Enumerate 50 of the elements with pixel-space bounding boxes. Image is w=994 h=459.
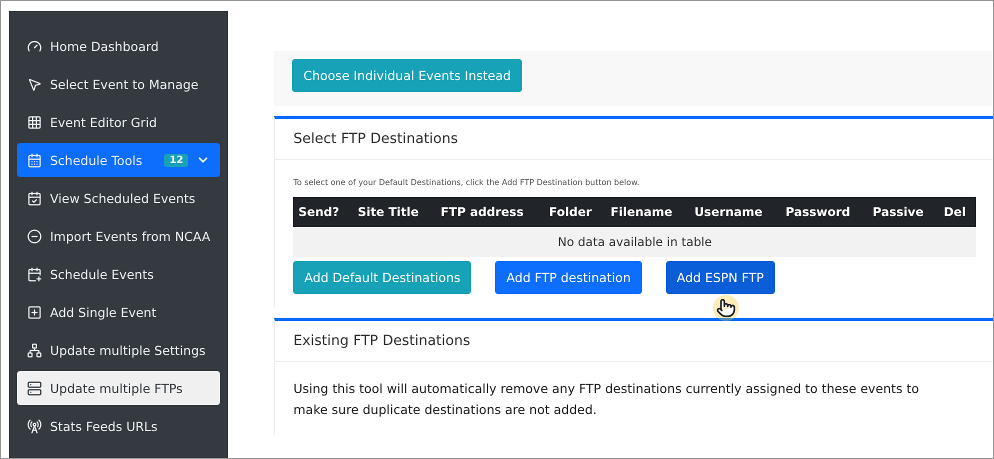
sidebar-item-label: Import Events from NCAA [50,228,210,244]
column-header: Folder [544,197,606,227]
sidebar-item[interactable]: Home Dashboard [17,29,220,63]
calendar-plus-icon [27,266,42,282]
column-header: Password [780,197,868,227]
sidebar-item[interactable]: View Scheduled Events [17,181,220,215]
sidebar-item[interactable]: Add Single Event [17,295,220,329]
sidebar-item-label: Event Editor Grid [50,114,158,130]
sidebar-item[interactable]: Update multiple Settings [17,333,220,367]
gauge-icon [27,38,42,54]
info-text: Using this tool will automatically remove any FTP destinations currently assigned to these events to make sure duplicate destinations are not added. [293,380,920,420]
panel-title: Existing FTP Destinations [275,321,993,362]
network-icon [27,342,42,358]
column-header: Passive [868,197,939,227]
sidebar-item[interactable]: Import Events from NCAA [17,219,220,253]
column-header: Username [689,197,781,227]
antenna-icon [27,418,42,434]
column-header: Filename [606,197,690,227]
sidebar-item-label: Schedule Events [50,266,155,282]
sidebar-item[interactable]: Select Event to Manage [17,67,220,101]
sidebar-item[interactable]: Schedule Events [17,257,220,291]
add-button[interactable]: Add FTP destination [495,261,642,294]
empty-table-cell: No data available in table [293,227,976,257]
sidebar-item-label: Add Single Event [50,304,158,320]
sidebar-item-label: View Scheduled Events [50,190,196,206]
column-header: Del [938,197,976,227]
column-header: FTP address [436,197,544,227]
column-header: Site Title [352,197,436,227]
pointer-icon [27,76,42,92]
sidebar-item-label: Update multiple Settings [50,342,207,358]
cursor-highlight-icon [713,295,740,321]
sidebar-item-label: Home Dashboard [50,38,160,54]
sidebar-item[interactable]: Update multiple FTPs [17,371,220,405]
sidebar-item-label: Update multiple FTPs [50,380,184,396]
server-icon [27,380,42,396]
add-button[interactable]: Add ESPN FTP [666,261,775,294]
calendar-icon [27,152,42,168]
count-badge: 12 [164,154,188,166]
grid-icon [27,114,42,130]
sidebar-item[interactable]: Schedule Tools 12 [17,143,220,177]
sidebar-item-label: Select Event to Manage [50,76,200,92]
calendar-check-icon [27,190,42,206]
plus-square-icon [27,304,42,320]
panel-title: Select FTP Destinations [275,119,993,160]
sidebar-item[interactable]: Stats Feeds URLs [17,409,220,443]
sidebar-item-label: Stats Feeds URLs [50,418,159,434]
hint-text: To select one of your Default Destinations, click the Add FTP Destination button below. [293,178,640,187]
column-header: Send? [293,197,353,227]
sidebar-item-label: Schedule Tools [50,152,144,168]
sidebar-item[interactable]: Event Editor Grid [17,105,220,139]
